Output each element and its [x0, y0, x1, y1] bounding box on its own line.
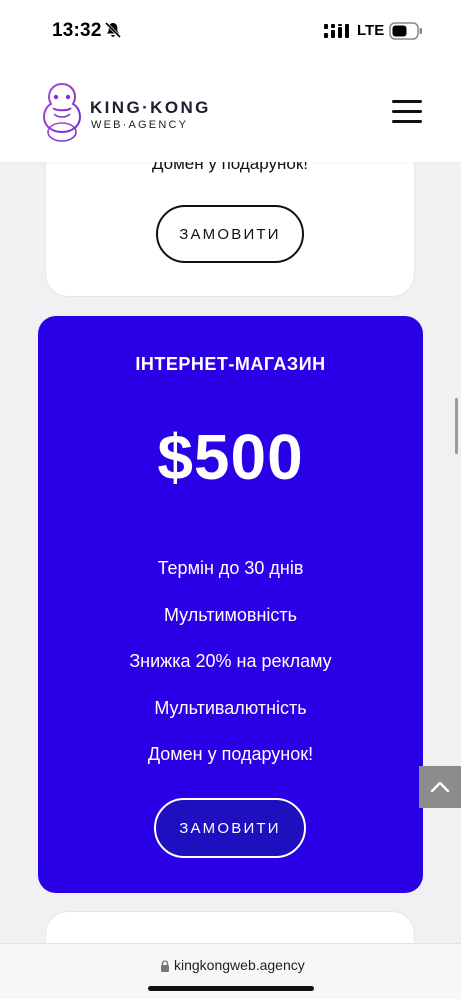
hamburger-menu-icon[interactable]: [392, 100, 424, 126]
plan-feature: Знижка 20% на рекламу: [129, 651, 332, 671]
scroll-to-top-button[interactable]: [419, 766, 461, 808]
plan-feature: Мультивалютність: [154, 698, 307, 718]
status-bar: 13:32 LTE: [0, 0, 461, 62]
plan-feature: Домен у подарунок!: [147, 744, 314, 764]
site-header: KING·KONG WEB·AGENCY: [0, 62, 461, 162]
status-time: 13:32: [52, 20, 102, 41]
scrollbar-thumb[interactable]: [455, 398, 458, 454]
network-label: LTE: [357, 22, 385, 39]
order-button[interactable]: ЗАМОВИТИ: [154, 798, 306, 858]
signal-icon: [324, 24, 349, 38]
lock-icon: [161, 960, 169, 972]
url-text[interactable]: kingkongweb.agency: [174, 957, 305, 973]
bell-slash-icon: [104, 21, 122, 39]
home-indicator: [148, 986, 314, 991]
plan-feature: Термін до 30 днів: [157, 558, 304, 578]
logo-subtitle[interactable]: WEB·AGENCY: [91, 119, 188, 131]
order-button[interactable]: ЗАМОВИТИ: [156, 205, 304, 263]
plan-price: $500: [157, 421, 304, 493]
ecommerce-plan-card: ІНТЕРНЕТ-МАГАЗИН $500 Термін до 30 днів …: [38, 316, 423, 893]
battery-icon: [389, 22, 422, 40]
browser-url-bar[interactable]: kingkongweb.agency: [0, 943, 461, 999]
logo-title[interactable]: KING·KONG: [90, 98, 211, 118]
plan-feature: Мультимовність: [163, 605, 298, 625]
gorilla-logo-icon[interactable]: [38, 80, 86, 144]
plan-title: ІНТЕРНЕТ-МАГАЗИН: [135, 354, 326, 374]
chevron-up-icon: [430, 781, 450, 793]
